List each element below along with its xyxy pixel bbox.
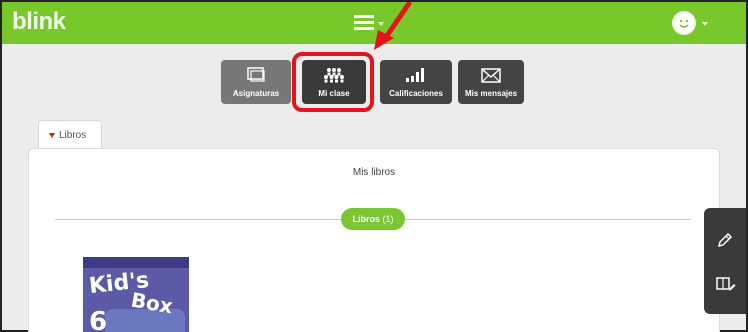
monitor-icon bbox=[221, 66, 291, 86]
pill-label: Libros bbox=[352, 214, 380, 224]
libros-count-pill[interactable]: Libros (1) bbox=[341, 208, 405, 230]
blink-logo[interactable]: blink bbox=[12, 8, 66, 36]
book-level-number: 6 bbox=[89, 307, 108, 332]
book-edit-icon bbox=[716, 277, 736, 291]
nav-label: Mis mensajes bbox=[464, 89, 518, 98]
nav-label: Calificaciones bbox=[389, 89, 443, 98]
books-panel: Mis libros Libros (1) Kid's Box 6 bbox=[28, 148, 720, 332]
tab-label: Libros bbox=[59, 130, 87, 141]
tab-libros[interactable]: Libros bbox=[38, 120, 102, 150]
nav-calificaciones-button[interactable]: Calificaciones bbox=[380, 60, 452, 104]
pencil-tool-button[interactable] bbox=[704, 220, 746, 260]
nav-asignaturas-button[interactable]: Asignaturas bbox=[221, 60, 291, 104]
nav-label: Asignaturas bbox=[232, 89, 280, 98]
side-toolbar bbox=[704, 208, 746, 314]
triangle-down-icon bbox=[49, 132, 55, 138]
book-edit-tool-button[interactable] bbox=[704, 264, 746, 304]
book-cover-kids-box[interactable]: Kid's Box 6 bbox=[83, 257, 189, 332]
panel-title: Mis libros bbox=[352, 167, 396, 178]
red-arrow-annotation bbox=[374, 2, 413, 50]
pill-count: (1) bbox=[382, 214, 394, 224]
pencil-icon bbox=[717, 232, 733, 248]
envelope-icon bbox=[458, 66, 524, 86]
nav-mis-mensajes-button[interactable]: Mis mensajes bbox=[458, 60, 524, 104]
cover-strip bbox=[83, 257, 189, 268]
mi-clase-highlight-box bbox=[292, 52, 374, 112]
smiley-avatar-icon[interactable] bbox=[672, 11, 696, 35]
user-menu-chevron-down-icon[interactable] bbox=[702, 22, 708, 26]
bar-chart-icon bbox=[380, 66, 452, 86]
